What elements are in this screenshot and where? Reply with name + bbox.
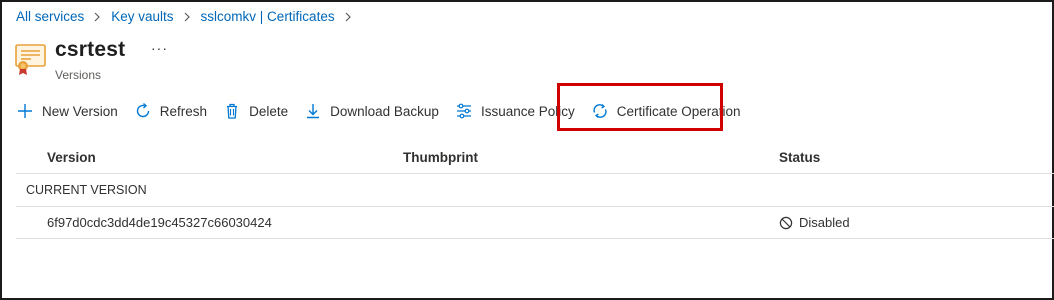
breadcrumb: All services Key vaults sslcomkv | Certi… (16, 9, 362, 24)
chevron-right-icon (93, 12, 101, 22)
download-backup-button[interactable]: Download Backup (304, 99, 439, 123)
download-backup-label: Download Backup (330, 103, 439, 119)
status-cell: Disabled (779, 215, 850, 230)
page-title: csrtest (55, 38, 126, 61)
chevron-right-icon (183, 12, 191, 22)
trash-icon (223, 102, 241, 120)
group-header: CURRENT VERSION (16, 174, 1054, 207)
more-options-button[interactable]: ··· (151, 40, 168, 56)
chevron-right-icon (344, 12, 352, 22)
column-header-thumbprint[interactable]: Thumbprint (403, 150, 478, 165)
new-version-label: New Version (42, 103, 118, 119)
page-subtitle: Versions (55, 68, 102, 82)
delete-label: Delete (249, 103, 289, 119)
column-header-status[interactable]: Status (779, 150, 820, 165)
version-cell[interactable]: 6f97d0cdc3dd4de19c45327c66030424 (47, 215, 272, 230)
sliders-icon (455, 102, 473, 120)
breadcrumb-key-vaults[interactable]: Key vaults (111, 9, 173, 24)
breadcrumb-all-services[interactable]: All services (16, 9, 84, 24)
status-text: Disabled (799, 215, 850, 230)
refresh-icon (134, 102, 152, 120)
new-version-button[interactable]: New Version (16, 99, 118, 123)
disabled-icon (779, 216, 793, 230)
app-window: All services Key vaults sslcomkv | Certi… (0, 0, 1054, 300)
table-row[interactable]: 6f97d0cdc3dd4de19c45327c66030424 Disable… (16, 207, 1054, 239)
download-icon (304, 102, 322, 120)
breadcrumb-certificates[interactable]: sslcomkv | Certificates (201, 9, 335, 24)
certificate-icon (15, 42, 47, 76)
highlight-box (557, 83, 723, 131)
group-label: CURRENT VERSION (26, 183, 147, 197)
refresh-label: Refresh (159, 103, 208, 119)
versions-grid: Version Thumbprint Status CURRENT VERSIO… (16, 141, 1054, 239)
delete-button[interactable]: Delete (223, 99, 288, 123)
plus-icon (16, 102, 34, 120)
grid-header: Version Thumbprint Status (16, 141, 1054, 174)
column-header-version[interactable]: Version (47, 150, 96, 165)
refresh-button[interactable]: Refresh (134, 99, 207, 123)
